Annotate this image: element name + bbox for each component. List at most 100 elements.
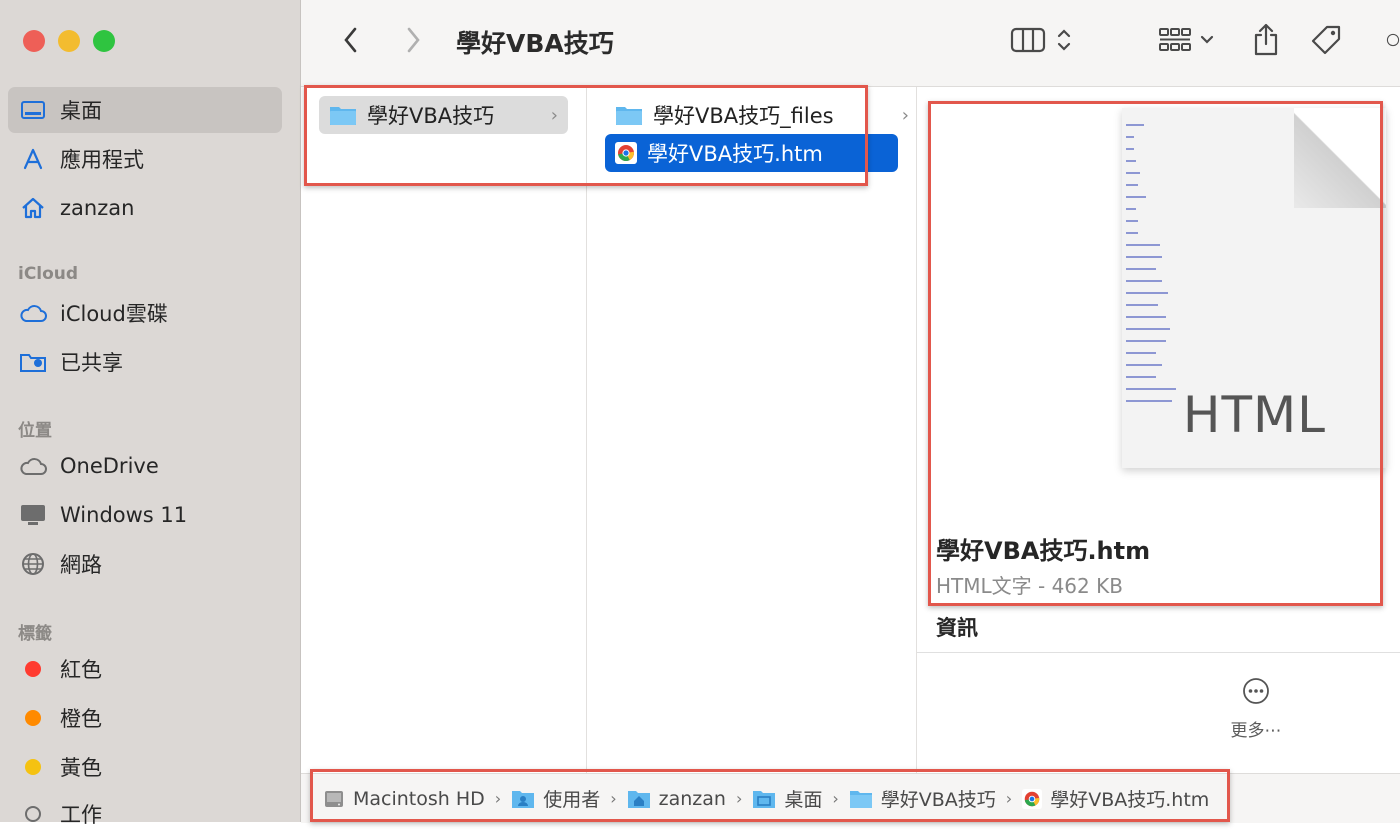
tag-icon (1311, 25, 1341, 55)
forward-button[interactable] (393, 20, 433, 60)
tag-dot-icon (18, 752, 48, 782)
chrome-icon (615, 142, 637, 164)
sidebar-item-desktop[interactable]: 桌面 (8, 87, 282, 133)
share-icon (1254, 23, 1278, 56)
section-header-icloud: iCloud (18, 264, 79, 284)
chevron-right-icon (407, 27, 420, 53)
tag-dot-icon (18, 799, 48, 829)
columns-view-icon (1010, 27, 1046, 53)
chevron-updown-icon (1057, 29, 1071, 51)
chevron-right-icon: › (901, 104, 909, 126)
sidebar-tag-orange[interactable]: 橙色 (8, 695, 282, 741)
tag-dot-icon (18, 703, 48, 733)
preview-filename: 學好VBA技巧.htm (936, 537, 1151, 565)
sidebar-item-label: zanzan (60, 196, 135, 220)
sidebar-tag-work[interactable]: 工作 (8, 791, 282, 837)
breadcrumb-label: zanzan (658, 787, 726, 810)
column-2: 學好VBA技巧_files › 學好VBA技巧.htm (587, 87, 917, 773)
breadcrumb-desktop[interactable]: 桌面 (752, 785, 822, 812)
view-mode-button[interactable] (1001, 20, 1081, 60)
window-title: 學好VBA技巧 (456, 29, 614, 58)
folder-icon (329, 104, 357, 126)
sidebar-item-icloud-drive[interactable]: iCloud雲碟 (8, 290, 282, 336)
section-header-tags: 標籤 (18, 624, 52, 644)
page-fold-icon (1294, 108, 1386, 208)
ellipsis-circle-icon (1243, 678, 1269, 704)
info-heading: 資訊 (936, 616, 978, 640)
hard-drive-icon (323, 788, 345, 810)
chevron-down-icon (1200, 35, 1214, 44)
display-icon (18, 500, 48, 530)
group-button[interactable] (1151, 20, 1221, 60)
sidebar: 桌面 應用程式 zanzan iCloud iCloud雲碟 已共享 位置 On… (0, 0, 301, 827)
close-window-button[interactable] (23, 30, 45, 52)
breadcrumb-separator-icon: › (832, 789, 839, 808)
shared-folder-icon (18, 347, 48, 377)
breadcrumb-folder[interactable]: 學好VBA技巧 (849, 785, 996, 812)
toolbar: 學好VBA技巧 (301, 0, 1400, 87)
divider (917, 652, 1400, 653)
column-1: 學好VBA技巧 › (301, 87, 587, 773)
breadcrumb-separator-icon: › (610, 789, 617, 808)
tag-dot-icon (18, 654, 48, 684)
sidebar-item-label: iCloud雲碟 (60, 302, 168, 326)
sidebar-item-label: Windows 11 (60, 503, 188, 527)
cloud-icon (18, 298, 48, 328)
breadcrumb-label: 使用者 (543, 789, 601, 811)
sidebar-item-label: 工作 (60, 803, 102, 827)
breadcrumb-separator-icon: › (1005, 789, 1013, 808)
grid-icon (1159, 28, 1191, 51)
sidebar-tag-yellow[interactable]: 黃色 (8, 744, 282, 790)
desktop-folder-icon (752, 789, 776, 809)
zoom-window-button[interactable] (93, 30, 115, 52)
sidebar-item-label: 紅色 (60, 658, 102, 682)
breadcrumb-label: 桌面 (784, 789, 823, 811)
globe-icon (18, 549, 48, 579)
chevron-right-icon: › (550, 104, 558, 126)
breadcrumb-separator-icon: › (735, 789, 743, 808)
back-button[interactable] (331, 20, 371, 60)
preview-text-lines (1126, 114, 1296, 412)
breadcrumb-macintosh-hd[interactable]: Macintosh HD (323, 788, 485, 810)
chevron-left-icon (344, 27, 357, 53)
sidebar-item-applications[interactable]: 應用程式 (8, 136, 282, 182)
item-label: 學好VBA技巧_files (653, 104, 834, 128)
breadcrumb-users[interactable]: 使用者 (511, 785, 600, 812)
sidebar-item-label: 網路 (60, 553, 102, 577)
sidebar-item-label: 應用程式 (60, 148, 144, 172)
minimize-window-button[interactable] (58, 30, 80, 52)
more-button[interactable]: 更多⋯ (1225, 676, 1287, 748)
home-folder-icon (627, 789, 651, 809)
tag-button[interactable] (1306, 20, 1346, 60)
list-item-folder[interactable]: 學好VBA技巧 › (319, 96, 568, 134)
sidebar-item-label: 已共享 (60, 351, 123, 375)
more-toolbar-button[interactable] (1386, 20, 1400, 60)
share-button[interactable] (1246, 20, 1286, 60)
sidebar-item-label: 橙色 (60, 707, 102, 731)
breadcrumb-label: Macintosh HD (353, 787, 485, 810)
breadcrumb-home[interactable]: zanzan (627, 788, 726, 810)
preview-kind-size: HTML文字 - 462 KB (936, 574, 1123, 598)
users-folder-icon (511, 789, 535, 809)
sidebar-item-label: OneDrive (60, 454, 159, 478)
list-item-folder[interactable]: 學好VBA技巧_files › (605, 96, 909, 134)
folder-icon (615, 104, 643, 126)
cloud-icon (18, 451, 48, 481)
sidebar-item-onedrive[interactable]: OneDrive (8, 443, 282, 489)
sidebar-item-label: 桌面 (60, 99, 102, 123)
sidebar-item-network[interactable]: 網路 (8, 541, 282, 587)
file-preview-thumbnail: HTML (1122, 108, 1386, 468)
chrome-icon (1022, 788, 1043, 809)
desktop-icon (18, 95, 48, 125)
sidebar-item-home[interactable]: zanzan (8, 185, 282, 231)
folder-icon (849, 789, 873, 809)
sidebar-item-windows11[interactable]: Windows 11 (8, 492, 282, 538)
sidebar-tag-red[interactable]: 紅色 (8, 646, 282, 692)
sidebar-item-shared[interactable]: 已共享 (8, 339, 282, 385)
section-header-locations: 位置 (18, 421, 52, 441)
list-item-file-selected[interactable]: 學好VBA技巧.htm (605, 134, 898, 172)
item-label: 學好VBA技巧.htm (647, 142, 823, 166)
breadcrumb-file[interactable]: 學好VBA技巧.htm (1022, 785, 1209, 812)
more-label: 更多⋯ (1230, 721, 1282, 741)
breadcrumb-label: 學好VBA技巧 (880, 789, 996, 811)
